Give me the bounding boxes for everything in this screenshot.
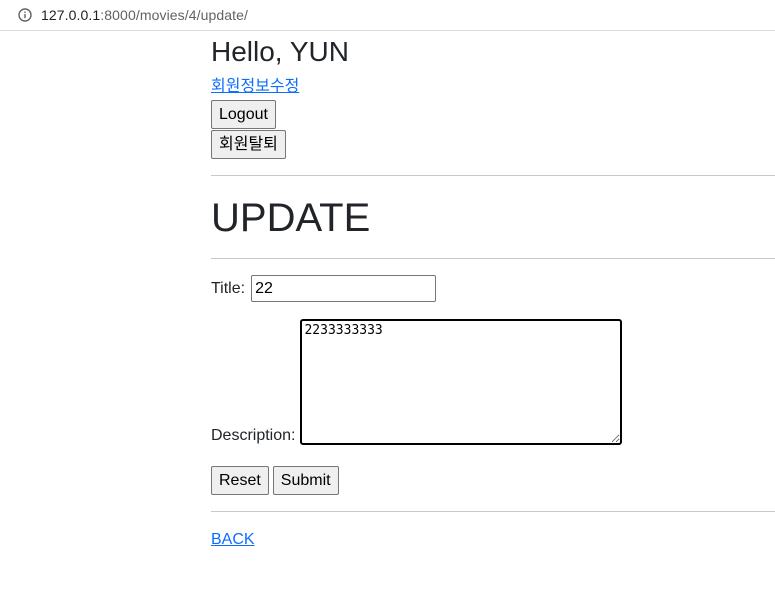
- browser-address-bar[interactable]: 127.0.0.1:8000/movies/4/update/: [0, 0, 775, 31]
- title-input[interactable]: [251, 275, 437, 302]
- page-container: Hello, YUN 회원정보수정 Logout 회원탈퇴 UPDATE Tit…: [211, 31, 775, 549]
- divider: [211, 258, 775, 259]
- greeting-heading: Hello, YUN: [211, 36, 349, 67]
- form-buttons: Reset Submit: [211, 466, 775, 495]
- divider: [211, 175, 775, 176]
- url-path: :8000/movies/4/update/: [100, 7, 249, 23]
- title-label: Title:: [211, 279, 246, 297]
- reset-button[interactable]: Reset: [211, 466, 269, 495]
- withdraw-button[interactable]: 회원탈퇴: [211, 130, 286, 159]
- profile-edit-link[interactable]: 회원정보수정: [211, 77, 299, 96]
- submit-button[interactable]: Submit: [272, 466, 339, 495]
- back-link[interactable]: BACK: [211, 531, 255, 549]
- description-textarea[interactable]: 2233333333: [300, 319, 623, 445]
- divider: [211, 511, 775, 512]
- description-label: Description:: [211, 427, 296, 444]
- url-host: 127.0.0.1: [41, 7, 101, 23]
- logout-button[interactable]: Logout: [211, 100, 276, 129]
- info-circle-icon[interactable]: [18, 8, 32, 22]
- url-text[interactable]: 127.0.0.1:8000/movies/4/update/: [41, 7, 248, 23]
- title-row: Title:: [211, 275, 775, 302]
- page-title: UPDATE: [211, 196, 371, 240]
- description-row: Description: 2233333333: [211, 319, 775, 445]
- update-form: Title: Description: 2233333333 Reset Sub…: [211, 275, 775, 495]
